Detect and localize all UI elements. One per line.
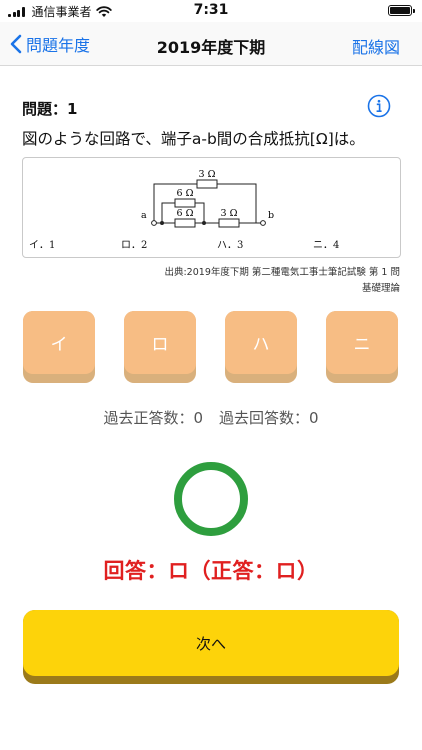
correct-circle-icon bbox=[174, 462, 248, 536]
resistor-right bbox=[218, 218, 240, 228]
correct-count: 過去正答数：0 bbox=[103, 409, 203, 427]
answer-result: 回答：ロ（正答：ロ） bbox=[103, 559, 319, 583]
resistor-top bbox=[196, 179, 218, 189]
back-button-label: 問題年度 bbox=[26, 36, 91, 55]
question-text: 図のような回路で、端子a-b間の合成抵抗[Ω]は。 bbox=[22, 130, 365, 148]
chevron-left-icon bbox=[10, 34, 22, 54]
next-button[interactable]: 次へ bbox=[23, 610, 399, 684]
circuit-diagram: 3 Ω 6 Ω 6 Ω 3 Ω a b bbox=[141, 169, 274, 228]
answer-button-label: ニ bbox=[326, 311, 398, 374]
source-category: 基礎理論 bbox=[361, 283, 400, 294]
answer-button-i[interactable]: イ bbox=[23, 311, 95, 383]
answer-button-label: ロ bbox=[124, 311, 196, 374]
resistor-label: 6 Ω bbox=[177, 188, 194, 199]
answered-count: 過去回答数：0 bbox=[219, 409, 319, 427]
figure-choice: ロ．2 bbox=[121, 240, 148, 251]
answer-stats: 過去正答数：0 過去回答数：0 bbox=[0, 407, 422, 428]
figure-choice: イ．1 bbox=[29, 240, 56, 251]
answer-button-ni[interactable]: ニ bbox=[326, 311, 398, 383]
resistor-label: 3 Ω bbox=[199, 169, 216, 180]
status-bar: 通信事業者 7:31 bbox=[0, 0, 422, 22]
wiring-diagram-button[interactable]: 配線図 bbox=[352, 34, 400, 58]
answer-button-label: イ bbox=[23, 311, 95, 374]
resistor-bottom bbox=[174, 218, 196, 228]
source-citation: 出典:2019年度下期 第二種電気工事士筆記試験 第 1 問 基礎理論 bbox=[100, 265, 400, 297]
question-number: 問題：1 bbox=[22, 100, 78, 118]
next-button-label: 次へ bbox=[23, 610, 399, 676]
answer-button-ro[interactable]: ロ bbox=[124, 311, 196, 383]
answer-button-ha[interactable]: ハ bbox=[225, 311, 297, 383]
source-line: 出典:2019年度下期 第二種電気工事士筆記試験 第 1 問 bbox=[164, 267, 400, 278]
terminal-label: a bbox=[141, 210, 147, 221]
info-icon[interactable] bbox=[367, 94, 391, 118]
figure-choice: ハ．3 bbox=[217, 240, 244, 251]
figure-choice: ニ．4 bbox=[313, 240, 340, 251]
terminal-label: b bbox=[268, 210, 274, 221]
battery-icon bbox=[388, 5, 415, 16]
resistor-label: 6 Ω bbox=[177, 208, 194, 219]
status-time: 7:31 bbox=[193, 2, 229, 18]
circuit-figure: 3 Ω 6 Ω 6 Ω 3 Ω a b イ．1 ロ．2 ハ．3 ニ．4 bbox=[22, 157, 401, 258]
resistor-label: 3 Ω bbox=[221, 208, 238, 219]
resistor-mid bbox=[174, 198, 196, 208]
navigation-bar: 問題年度 2019年度下期 配線図 bbox=[0, 22, 422, 66]
back-button[interactable]: 問題年度 bbox=[10, 32, 90, 56]
answer-button-label: ハ bbox=[225, 311, 297, 374]
